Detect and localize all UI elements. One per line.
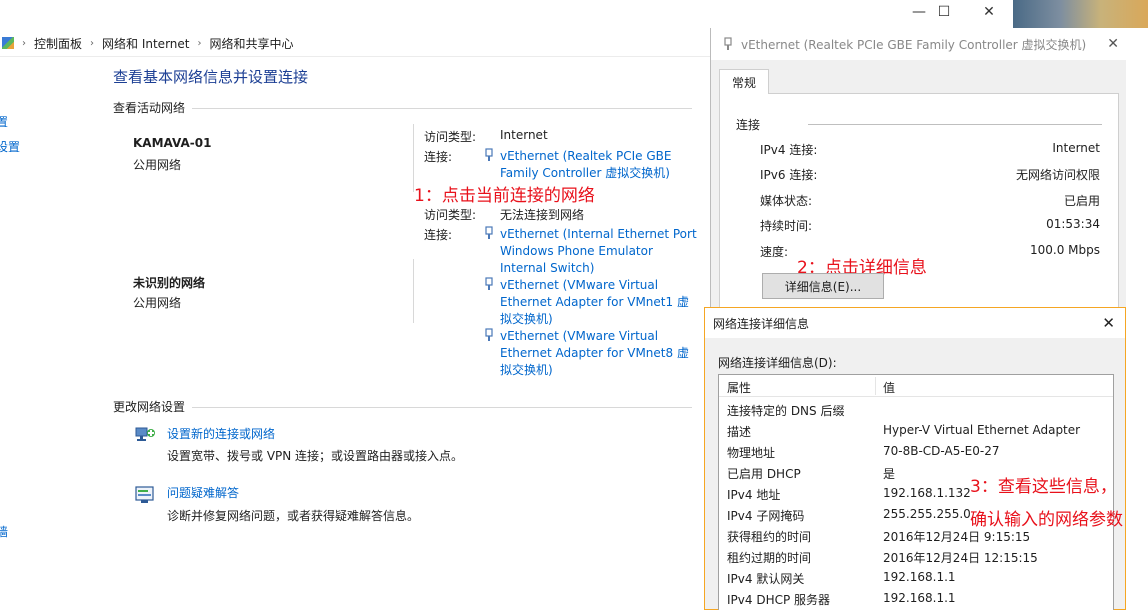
list-item[interactable]: 连接特定的 DNS 后缀 <box>719 399 1113 420</box>
control-panel-icon <box>2 37 14 49</box>
access-type-value: 无法连接到网络 <box>500 208 585 222</box>
annotation-step3: 确认输入的网络参数 <box>970 510 1123 530</box>
breadcrumb: › 控制面板 › 网络和 Internet › 网络和共享中心 <box>0 32 710 54</box>
network-sharing-center-window: — ☐ ✕ › 控制面板 › 网络和 Internet › 网络和共享中心 置 … <box>0 0 995 610</box>
network-type: 公用网络 <box>133 158 182 172</box>
status-dialog-titlebar: vEthernet (Realtek PCIe GBE Family Contr… <box>711 28 1127 60</box>
page-title: 查看基本网络信息并设置连接 <box>113 68 309 86</box>
access-type-label: 访问类型: <box>424 208 477 222</box>
section-divider <box>192 108 692 109</box>
network-details-dialog: 网络连接详细信息 ✕ 网络连接详细信息(D): 属性 值 连接特定的 DNS 后… <box>704 307 1126 610</box>
column-header-property[interactable]: 属性 <box>727 379 751 396</box>
details-dialog-title: 网络连接详细信息 <box>713 316 810 331</box>
status-dialog-title: vEthernet (Realtek PCIe GBE Family Contr… <box>741 37 1091 52</box>
section-divider <box>192 407 692 408</box>
list-item[interactable]: 物理地址 70-8B-CD-A5-E0-27 <box>719 441 1113 462</box>
tab-general[interactable]: 常规 <box>719 69 769 94</box>
desktop-background <box>1013 0 1148 28</box>
desktop-edge <box>1126 28 1148 610</box>
left-nav-fragment[interactable]: 置 <box>0 113 8 130</box>
details-list-header: 属性 值 <box>719 375 1113 397</box>
status-row: 媒体状态: 已启用 <box>760 194 1100 208</box>
troubleshoot-icon <box>133 484 157 506</box>
network-divider <box>413 259 414 323</box>
change-settings-heading: 更改网络设置 <box>113 400 186 414</box>
ethernet-icon <box>484 148 494 162</box>
close-icon[interactable]: ✕ <box>1107 36 1119 52</box>
setup-new-connection-link[interactable]: 设置新的连接或网络 <box>167 425 275 442</box>
connection-label: 连接: <box>424 228 453 242</box>
network-type: 公用网络 <box>133 296 182 310</box>
status-row: IPv4 连接: Internet <box>760 141 1100 157</box>
connection-link-vethernet-realtek[interactable]: vEthernet (Realtek PCIe GBE Family Contr… <box>500 148 671 182</box>
annotation-step1: 1：点击当前连接的网络 <box>414 186 595 206</box>
chevron-right-icon: › <box>197 37 202 49</box>
active-networks-heading: 查看活动网络 <box>113 101 186 115</box>
column-separator[interactable] <box>875 377 876 395</box>
setup-new-connection-desc: 设置宽带、拨号或 VPN 连接；或设置路由器或接入点。 <box>167 449 464 463</box>
list-item[interactable]: IPv4 DHCP 服务器 192.168.1.1 <box>719 588 1113 609</box>
access-type-value: Internet <box>500 128 548 142</box>
close-icon[interactable]: ✕ <box>1102 314 1115 332</box>
breadcrumb-item-network-sharing-center[interactable]: 网络和共享中心 <box>209 35 293 52</box>
close-button[interactable]: ✕ <box>966 0 1012 24</box>
chevron-right-icon: › <box>90 37 95 49</box>
access-type-label: 访问类型: <box>424 130 477 144</box>
troubleshoot-link[interactable]: 问题疑难解答 <box>167 484 239 501</box>
left-nav-fragment[interactable]: 设置 <box>0 138 20 155</box>
left-nav-fragment[interactable]: 墙 <box>0 523 8 540</box>
ethernet-icon <box>484 328 494 342</box>
troubleshoot-desc: 诊断并修复网络问题，或者获得疑难解答信息。 <box>167 509 420 523</box>
maximize-button[interactable]: ☐ <box>921 0 967 24</box>
connection-section-label: 连接 <box>736 118 761 132</box>
list-item[interactable]: 租约过期的时间 2016年12月24日 12:15:15 <box>719 546 1113 567</box>
network-name: KAMAVA-01 <box>133 136 212 150</box>
ethernet-icon <box>484 277 494 291</box>
ethernet-icon <box>723 37 733 51</box>
list-item[interactable]: 描述 Hyper-V Virtual Ethernet Adapter <box>719 420 1113 441</box>
breadcrumb-item-control-panel[interactable]: 控制面板 <box>34 35 82 52</box>
breadcrumb-item-network-internet[interactable]: 网络和 Internet <box>102 35 189 52</box>
column-header-value[interactable]: 值 <box>883 379 895 396</box>
addressbar-divider <box>0 56 710 57</box>
connection-link-vmnet1[interactable]: vEthernet (VMware Virtual Ethernet Adapt… <box>500 277 689 328</box>
annotation-step3: 3：查看这些信息， <box>970 477 1117 497</box>
connection-label: 连接: <box>424 150 453 164</box>
details-list-label: 网络连接详细信息(D): <box>718 356 837 370</box>
status-row: IPv6 连接: 无网络访问权限 <box>760 168 1100 182</box>
chevron-right-icon: › <box>22 37 26 49</box>
ethernet-icon <box>484 226 494 240</box>
section-divider <box>808 124 1102 125</box>
details-button[interactable]: 详细信息(E)... <box>762 273 884 299</box>
status-row: 持续时间: 01:53:34 <box>760 217 1100 233</box>
connection-link-internal-ethernet[interactable]: vEthernet (Internal Ethernet Port Window… <box>500 226 697 277</box>
network-name: 未识别的网络 <box>133 276 206 290</box>
details-dialog-titlebar: 网络连接详细信息 ✕ <box>705 308 1125 338</box>
connection-link-vmnet8[interactable]: vEthernet (VMware Virtual Ethernet Adapt… <box>500 328 689 379</box>
list-item[interactable]: IPv4 默认网关 192.168.1.1 <box>719 567 1113 588</box>
setup-network-icon <box>133 424 157 446</box>
